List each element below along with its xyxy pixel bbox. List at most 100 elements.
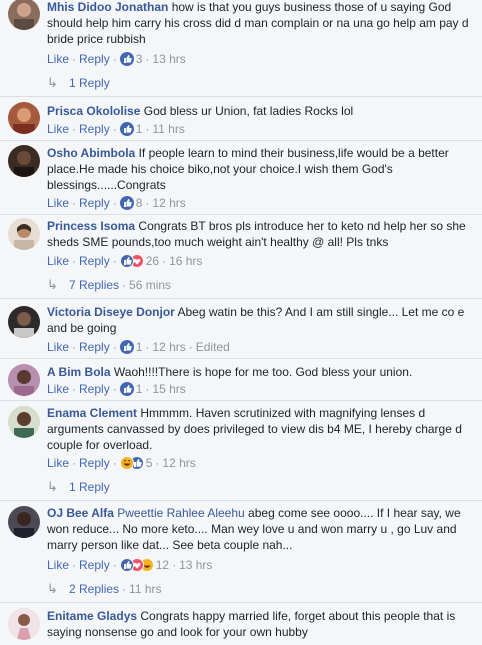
comment-author[interactable]: Victoria Diseye Donjor	[47, 305, 175, 319]
comment-author[interactable]: Prisca Okololise	[47, 104, 140, 118]
replies-count[interactable]: 7 Replies	[69, 278, 119, 292]
reply-arrow-icon: ↳	[47, 581, 58, 596]
avatar[interactable]	[8, 0, 40, 30]
edited-label[interactable]: Edited	[196, 340, 230, 354]
comment-time[interactable]: 15 hrs	[152, 382, 185, 396]
like-button[interactable]: Like	[47, 122, 69, 136]
like-button[interactable]: Like	[47, 254, 69, 268]
comment-body: Enama Clement Hmmmm. Haven scrutinized w…	[47, 405, 474, 453]
comment-body: Victoria Diseye Donjor Abeg watin be thi…	[47, 304, 474, 336]
view-replies-link[interactable]: ↳ 2 Replies · 11 hrs	[47, 581, 162, 597]
like-reaction-icon[interactable]	[119, 196, 134, 210]
comment-author[interactable]: Mhis Didoo Jonathan	[47, 0, 168, 14]
like-button[interactable]: Like	[47, 456, 69, 470]
comment-time[interactable]: 13 hrs	[152, 52, 185, 66]
like-love-reaction-icon[interactable]	[119, 254, 144, 268]
reaction-count[interactable]: 1	[136, 340, 143, 354]
comment-body: Princess Isoma Congrats BT bros pls intr…	[47, 218, 474, 250]
divider	[0, 500, 482, 501]
avatar[interactable]	[8, 608, 40, 640]
like-button[interactable]: Like	[47, 382, 69, 396]
comment-author[interactable]: Princess Isoma	[47, 219, 135, 233]
comment-body: Mhis Didoo Jonathan how is that you guys…	[47, 0, 474, 47]
reaction-count[interactable]: 3	[136, 52, 143, 66]
reaction-count[interactable]: 1	[136, 122, 143, 136]
replies-count[interactable]: 1 Reply	[69, 480, 110, 494]
reply-button[interactable]: Reply	[79, 196, 110, 210]
reply-arrow-icon: ↳	[47, 277, 58, 292]
reply-button[interactable]: Reply	[79, 382, 110, 396]
reply-button[interactable]: Reply	[79, 340, 110, 354]
divider	[0, 96, 482, 97]
comment-actions: Like · Reply · 3 · 13 hrs	[47, 52, 186, 66]
like-love-haha-reaction-icon[interactable]	[119, 558, 154, 572]
comment-text: Waoh!!!!There is hope for me too. God bl…	[113, 365, 413, 379]
replies-count[interactable]: 2 Replies	[69, 582, 119, 596]
comment-author[interactable]: Enama Clement	[47, 406, 137, 420]
reaction-count[interactable]: 26	[146, 254, 159, 268]
reaction-count[interactable]: 8	[136, 196, 143, 210]
divider	[0, 400, 482, 401]
avatar[interactable]	[8, 364, 40, 396]
comment-body: OJ Bee Alfa Pweettie Rahlee Aleehu abeg …	[47, 505, 474, 553]
like-reaction-icon[interactable]	[119, 52, 134, 66]
comment-body: Osho Abimbola If people learn to mind th…	[47, 145, 474, 193]
comment-author[interactable]: A Bim Bola	[47, 365, 111, 379]
comment-time[interactable]: 12 hrs	[162, 456, 195, 470]
reply-button[interactable]: Reply	[79, 122, 110, 136]
avatar[interactable]	[8, 145, 40, 177]
divider	[0, 214, 482, 215]
reaction-count[interactable]: 1	[136, 382, 143, 396]
comment-time[interactable]: 16 hrs	[169, 254, 202, 268]
reply-arrow-icon: ↳	[47, 75, 58, 90]
reply-arrow-icon: ↳	[47, 479, 58, 494]
comment-body: Enitame Gladys Congrats happy married li…	[47, 608, 474, 640]
avatar[interactable]	[8, 506, 40, 538]
reply-button[interactable]: Reply	[79, 254, 110, 268]
reaction-count[interactable]: 12	[156, 558, 169, 572]
comment-author[interactable]: Osho Abimbola	[47, 146, 135, 160]
comment-actions: Like · Reply · 12 · 13 hrs	[47, 558, 213, 572]
like-button[interactable]: Like	[47, 340, 69, 354]
comment-actions: Like · Reply · 1 · 15 hrs	[47, 382, 186, 396]
view-replies-link[interactable]: ↳ 1 Reply	[47, 479, 110, 495]
divider	[0, 140, 482, 141]
comment-actions: Like · Reply · 5 · 12 hrs	[47, 456, 196, 470]
comment-body: A Bim Bola Waoh!!!!There is hope for me …	[47, 364, 474, 380]
comment-time[interactable]: 12 hrs	[152, 196, 185, 210]
divider	[0, 358, 482, 359]
comment-time[interactable]: 13 hrs	[179, 558, 212, 572]
reply-button[interactable]: Reply	[79, 558, 110, 572]
comment-time[interactable]: 11 hrs	[152, 122, 184, 136]
like-reaction-icon[interactable]	[119, 340, 134, 354]
like-button[interactable]: Like	[47, 558, 69, 572]
avatar[interactable]	[8, 306, 40, 338]
like-button[interactable]: Like	[47, 52, 69, 66]
replies-time: 11 hrs	[129, 582, 162, 596]
comment-actions: Like · Reply · 1 · 12 hrs · Edited	[47, 340, 230, 354]
divider	[0, 298, 482, 299]
comment-body: Prisca Okololise God bless ur Union, fat…	[47, 103, 474, 119]
view-replies-link[interactable]: ↳ 1 Reply	[47, 75, 110, 91]
comment-text: God bless ur Union, fat ladies Rocks lol	[143, 104, 354, 118]
avatar[interactable]	[8, 406, 40, 438]
comment-time[interactable]: 12 hrs	[152, 340, 185, 354]
comment-author[interactable]: OJ Bee Alfa	[47, 506, 114, 520]
reply-button[interactable]: Reply	[79, 456, 110, 470]
comment-author[interactable]: Enitame Gladys	[47, 609, 137, 623]
haha-like-reaction-icon[interactable]	[119, 456, 144, 470]
comment-actions: Like · Reply · 8 · 12 hrs	[47, 196, 186, 210]
reaction-count[interactable]: 5	[146, 456, 153, 470]
comment-actions: Like · Reply · 26 · 16 hrs	[47, 254, 203, 268]
like-button[interactable]: Like	[47, 196, 69, 210]
like-reaction-icon[interactable]	[119, 122, 134, 136]
view-replies-link[interactable]: ↳ 7 Replies · 56 mins	[47, 277, 171, 293]
comment-actions: Like · Reply · 1 · 11 hrs	[47, 122, 185, 136]
like-reaction-icon[interactable]	[119, 382, 134, 396]
divider	[0, 602, 482, 603]
tagged-user-link[interactable]: Pweettie Rahlee Aleehu	[117, 506, 244, 520]
reply-button[interactable]: Reply	[79, 52, 110, 66]
avatar[interactable]	[8, 218, 40, 250]
replies-count[interactable]: 1 Reply	[69, 76, 110, 90]
avatar[interactable]	[8, 102, 40, 134]
